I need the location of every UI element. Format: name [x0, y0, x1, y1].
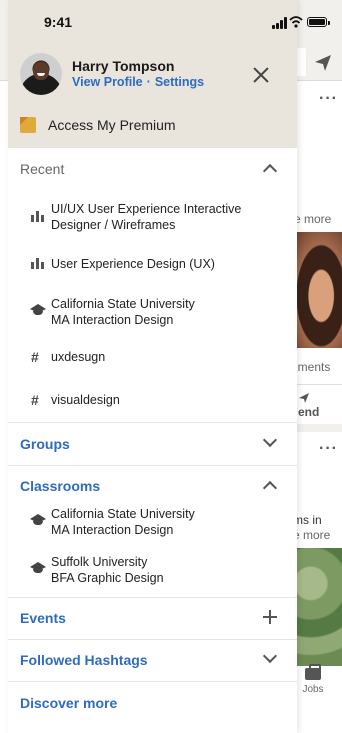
signal-icon: [272, 25, 275, 29]
link-separator: ·: [146, 75, 151, 89]
avatar[interactable]: [20, 53, 62, 95]
premium-item[interactable]: Access My Premium: [20, 112, 176, 138]
send-label[interactable]: end: [298, 405, 319, 419]
section-label: Discover more: [20, 695, 118, 711]
view-profile-link[interactable]: View Profile: [72, 75, 143, 89]
briefcase-icon: [305, 664, 321, 680]
section-label: Groups: [20, 436, 70, 452]
section-events[interactable]: Events: [8, 597, 297, 639]
item-text: California State University MA Interacti…: [51, 507, 195, 537]
recent-item[interactable]: # visualdesign: [8, 391, 297, 409]
send-icon[interactable]: [298, 392, 310, 404]
tab-jobs-label: Jobs: [302, 684, 324, 695]
section-label: Events: [20, 610, 66, 626]
hashtag-icon: #: [31, 392, 39, 408]
section-label: Followed Hashtags: [20, 652, 148, 668]
navigation-drawer: 9:41 Harry Tompson View Profile · Settings…: [8, 0, 297, 733]
item-text: UI/UX User Experience Interactive Design…: [51, 202, 242, 232]
plus-icon[interactable]: [263, 610, 277, 624]
graduation-cap-icon: [30, 304, 46, 316]
more-options-icon[interactable]: ···: [319, 90, 338, 108]
section-discover-more[interactable]: Discover more: [8, 682, 297, 724]
graduation-cap-icon: [30, 514, 46, 526]
section-groups[interactable]: Groups: [8, 423, 297, 465]
group-icon: [31, 258, 44, 269]
see-more-link[interactable]: e more: [294, 212, 331, 226]
item-text: Suffolk University BFA Graphic Design: [51, 555, 164, 585]
status-icons: [272, 15, 332, 29]
section-classrooms[interactable]: Classrooms: [8, 465, 297, 507]
group-icon: [31, 211, 44, 222]
post-text: ms in: [293, 513, 322, 527]
wifi-icon: [289, 16, 303, 28]
chevron-up-icon[interactable]: [262, 163, 278, 179]
battery-icon: [307, 17, 330, 27]
recent-item[interactable]: # uxdesugn: [8, 348, 297, 366]
drawer-header: 9:41 Harry Tompson View Profile · Settings…: [8, 0, 297, 148]
item-text: User Experience Design (UX): [51, 257, 215, 271]
premium-icon: [20, 117, 36, 133]
settings-link[interactable]: Settings: [155, 75, 204, 89]
post-photo[interactable]: [290, 232, 342, 348]
classroom-item[interactable]: Suffolk University BFA Graphic Design: [8, 553, 297, 587]
status-time: 9:41: [44, 14, 73, 30]
profile-links: View Profile · Settings: [72, 75, 204, 89]
section-followed-hashtags[interactable]: Followed Hashtags: [8, 639, 297, 681]
user-name: Harry Tompson: [72, 58, 175, 74]
section-label: Classrooms: [20, 478, 101, 494]
more-options-icon[interactable]: ···: [319, 440, 338, 458]
see-more-link[interactable]: e more: [293, 528, 330, 542]
feed-separator: [290, 424, 342, 432]
section-label: Recent: [20, 161, 65, 177]
close-icon[interactable]: [250, 64, 272, 86]
classroom-item[interactable]: California State University MA Interacti…: [8, 505, 297, 539]
chevron-down-icon[interactable]: [262, 648, 278, 664]
chevron-down-icon[interactable]: [262, 432, 278, 448]
chevron-up-icon[interactable]: [262, 480, 278, 496]
recent-item[interactable]: UI/UX User Experience Interactive Design…: [8, 200, 297, 234]
recent-item[interactable]: User Experience Design (UX): [8, 255, 297, 273]
item-text: visualdesign: [51, 393, 120, 407]
graduation-cap-icon: [30, 562, 46, 574]
tab-jobs[interactable]: Jobs: [298, 664, 328, 695]
divider: [290, 384, 342, 385]
post-photo[interactable]: [290, 548, 342, 666]
premium-label: Access My Premium: [48, 117, 176, 133]
item-text: uxdesugn: [51, 350, 106, 364]
item-text: California State University MA Interacti…: [51, 297, 195, 327]
section-recent[interactable]: Recent: [8, 148, 297, 190]
recent-item[interactable]: California State University MA Interacti…: [8, 295, 297, 329]
send-icon[interactable]: [312, 52, 334, 74]
hashtag-icon: #: [31, 349, 39, 365]
